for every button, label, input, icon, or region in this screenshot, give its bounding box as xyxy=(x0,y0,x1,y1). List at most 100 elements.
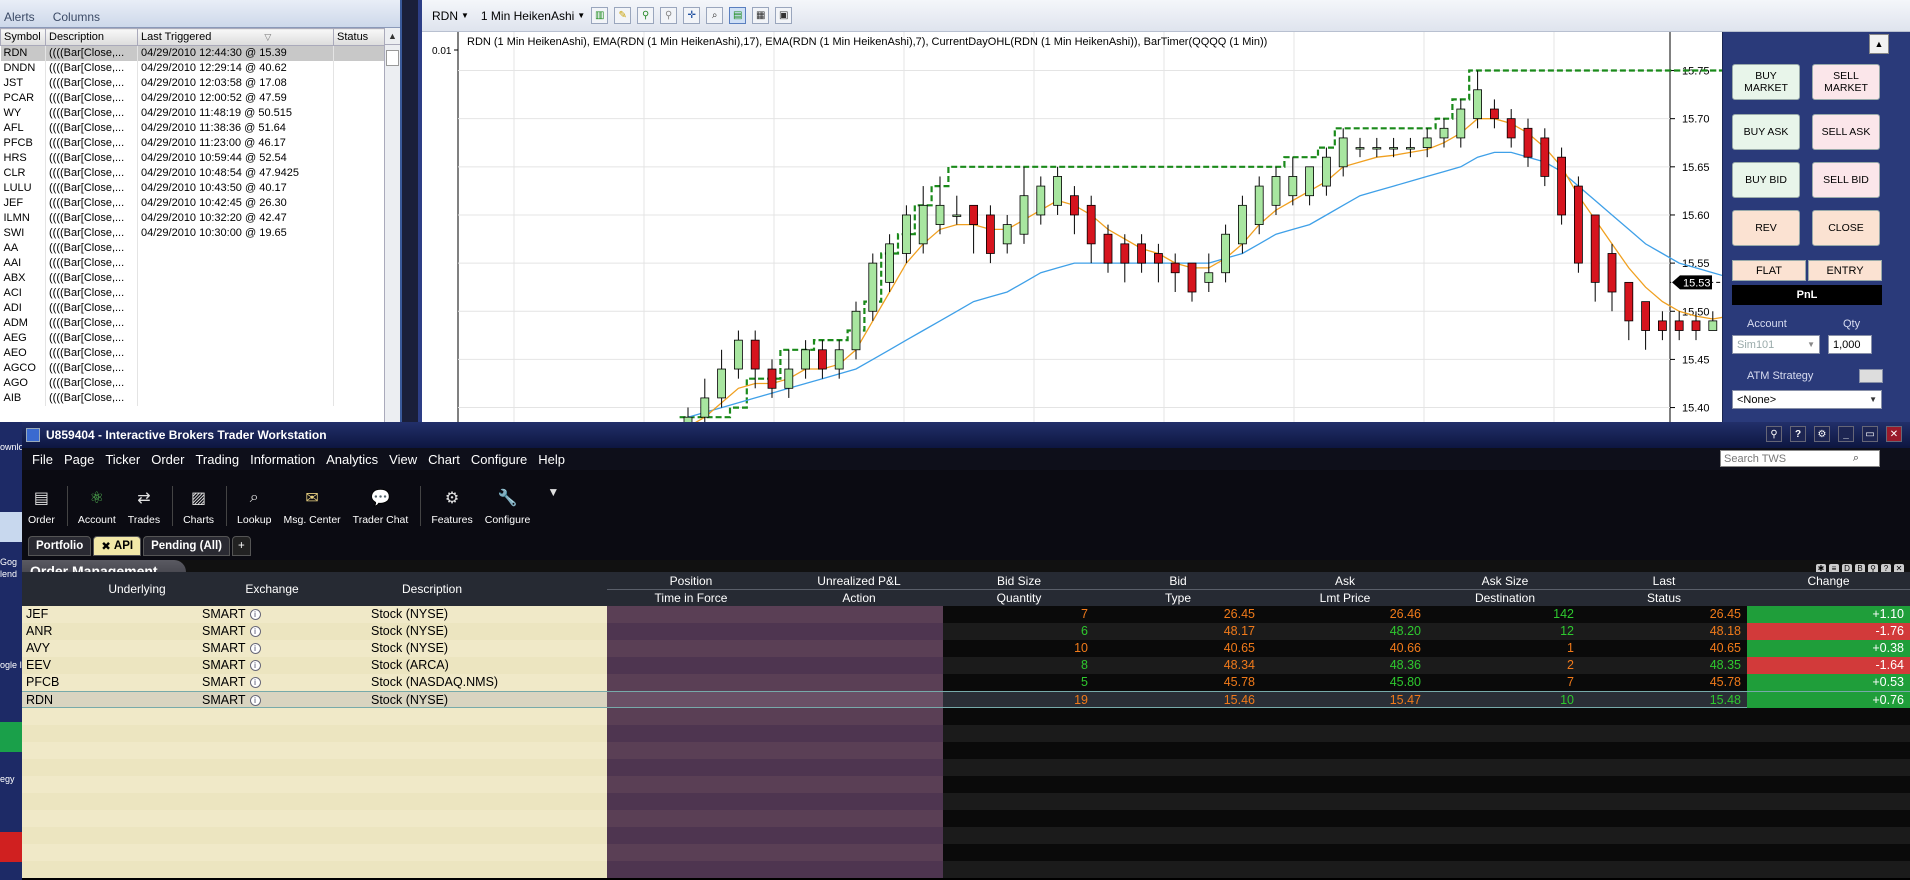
info-icon[interactable]: i xyxy=(249,660,261,672)
table-row[interactable] xyxy=(22,827,607,844)
table-row-order-fields[interactable] xyxy=(607,827,943,844)
table-row-order-fields[interactable] xyxy=(607,759,943,776)
alert-row[interactable]: ILMN ((((Bar[Close,... 04/29/2010 10:32:20… xyxy=(0,210,385,226)
table-row-market-data[interactable]: 10 40.65 40.66 1 40.65 +0.38 xyxy=(943,640,1910,657)
col-type[interactable]: Type xyxy=(1095,591,1261,605)
alert-row[interactable]: ADM ((((Bar[Close,... xyxy=(0,315,385,331)
col-lmt-price[interactable]: Lmt Price xyxy=(1261,591,1429,605)
scroll-thumb[interactable] xyxy=(386,50,399,66)
col-ask[interactable]: Ask xyxy=(1261,574,1429,588)
alert-row[interactable]: ACI ((((Bar[Close,... xyxy=(0,285,385,301)
tab-api[interactable]: ✖ API xyxy=(93,536,142,556)
menu-trading[interactable]: Trading xyxy=(195,452,239,467)
reverse-button[interactable]: REV xyxy=(1732,210,1800,246)
alerts-scrollbar[interactable]: ▲ xyxy=(384,28,400,422)
table-row-order-fields[interactable] xyxy=(607,657,943,674)
desktop-icon-label[interactable]: egy xyxy=(0,774,22,784)
desktop-icon-label[interactable]: ogle I xyxy=(0,660,22,670)
menu-ticker[interactable]: Ticker xyxy=(105,452,140,467)
table-row-market-data[interactable] xyxy=(943,793,1910,810)
add-tab-button[interactable]: + xyxy=(232,536,251,556)
info-icon[interactable]: i xyxy=(249,626,261,638)
table-row-market-data[interactable] xyxy=(943,759,1910,776)
table-row[interactable] xyxy=(22,793,607,810)
alert-row[interactable]: HRS ((((Bar[Close,... 04/29/2010 10:59:44 … xyxy=(0,150,385,166)
toolbar-features-button[interactable]: ⚙ Features xyxy=(431,487,472,526)
crosshair-icon[interactable]: ✛ xyxy=(683,7,701,24)
table-row-order-fields[interactable] xyxy=(607,844,943,861)
instrument-selector[interactable]: RDN ▼ xyxy=(432,9,469,23)
close-icon[interactable]: ✕ xyxy=(1886,426,1902,442)
entry-button[interactable]: ENTRY xyxy=(1808,260,1882,281)
table-row[interactable]: PFCB SMART i Stock (NASDAQ.NMS) xyxy=(22,674,607,691)
table-row[interactable]: EEV SMART i Stock (ARCA) xyxy=(22,657,607,674)
alert-row[interactable]: AGO ((((Bar[Close,... xyxy=(0,375,385,391)
period-selector[interactable]: 1 Min HeikenAshi ▼ xyxy=(481,9,585,23)
draw-pencil-icon[interactable]: ✎ xyxy=(614,7,632,24)
table-row-order-fields[interactable] xyxy=(607,691,943,708)
table-row-order-fields[interactable] xyxy=(607,793,943,810)
zoom-icon[interactable]: ⌕ xyxy=(706,7,724,24)
alert-row[interactable]: AIB ((((Bar[Close,... xyxy=(0,390,385,406)
table-row-market-data[interactable] xyxy=(943,827,1910,844)
table-row-market-data[interactable]: 19 15.46 15.47 10 15.48 +0.76 xyxy=(943,691,1910,709)
menu-help[interactable]: Help xyxy=(538,452,565,467)
chart-trader-icon[interactable]: ▤ xyxy=(729,7,747,24)
col-position[interactable]: Position xyxy=(607,574,775,588)
account-select[interactable]: Sim101 ▼ xyxy=(1732,335,1820,354)
table-row[interactable]: AVY SMART i Stock (NYSE) xyxy=(22,640,607,657)
scroll-up-icon[interactable]: ▲ xyxy=(385,28,400,45)
col-unrealized-pnl[interactable]: Unrealized P&L xyxy=(775,574,943,588)
table-row[interactable]: ANR SMART i Stock (NYSE) xyxy=(22,623,607,640)
bar-type-icon[interactable]: ▥ xyxy=(591,7,609,24)
buy-bid-button[interactable]: BUY BID xyxy=(1732,162,1800,198)
settings-icon[interactable]: ⚙ xyxy=(1814,426,1830,442)
toolbar-msg-center-button[interactable]: ✉ Msg. Center xyxy=(283,487,340,526)
table-row[interactable] xyxy=(22,810,607,827)
table-row[interactable] xyxy=(22,725,607,742)
table-row-market-data[interactable] xyxy=(943,742,1910,759)
table-row[interactable]: RDN SMART i Stock (NYSE) xyxy=(22,691,607,708)
toolbar-trader-chat-button[interactable]: 💬 Trader Chat xyxy=(353,487,409,526)
table-row-order-fields[interactable] xyxy=(607,861,943,878)
tab-pending[interactable]: Pending (All) xyxy=(143,536,231,556)
atm-strategy-select[interactable]: <None> ▼ xyxy=(1732,390,1882,409)
toolbar-charts-button[interactable]: ▨ Charts xyxy=(183,487,214,526)
price-chart[interactable]: 15.75 15.70 15.65 15.60 15.55 15.50 15.45 15.40… xyxy=(422,32,1722,422)
table-row-market-data[interactable] xyxy=(943,844,1910,861)
help-icon[interactable]: ? xyxy=(1790,426,1806,442)
search-icon[interactable]: ⌕ xyxy=(1853,452,1859,465)
toolbar-configure-button[interactable]: 🔧 Configure xyxy=(485,487,531,526)
menu-order[interactable]: Order xyxy=(151,452,184,467)
alert-row[interactable]: PFCB ((((Bar[Close,... 04/29/2010 11:23:00… xyxy=(0,135,385,151)
alerts-col-status[interactable]: Status xyxy=(333,28,385,46)
table-row-order-fields[interactable] xyxy=(607,776,943,793)
table-row-order-fields[interactable] xyxy=(607,708,943,725)
alert-row[interactable]: JEF ((((Bar[Close,... 04/29/2010 10:42:45 … xyxy=(0,195,385,211)
buy-market-button[interactable]: BUY MARKET xyxy=(1732,64,1800,100)
col-quantity[interactable]: Quantity xyxy=(943,591,1095,605)
alert-row[interactable]: PCAR ((((Bar[Close,... 04/29/2010 12:00:52… xyxy=(0,90,385,106)
col-status[interactable]: Status xyxy=(1581,591,1747,605)
indicator-icon[interactable]: ⚲ xyxy=(637,7,655,24)
table-row-market-data[interactable] xyxy=(943,776,1910,793)
col-exchange[interactable]: Exchange xyxy=(197,582,347,596)
table-row-market-data[interactable] xyxy=(943,810,1910,827)
table-row[interactable] xyxy=(22,742,607,759)
alert-row[interactable]: JST ((((Bar[Close,... 04/29/2010 12:03:58 … xyxy=(0,75,385,91)
toolbar-account-button[interactable]: ⚛ Account xyxy=(78,487,116,526)
pin-icon[interactable]: ⚲ xyxy=(1766,426,1782,442)
properties-icon[interactable]: ▣ xyxy=(775,7,793,24)
table-row-order-fields[interactable] xyxy=(607,810,943,827)
alerts-menu-columns[interactable]: Columns xyxy=(53,10,100,24)
col-action[interactable]: Action xyxy=(775,591,943,605)
col-time-in-force[interactable]: Time in Force xyxy=(607,591,775,605)
desktop-icon-label[interactable]: ownlo xyxy=(0,442,22,452)
alerts-col-symbol[interactable]: Symbol xyxy=(0,28,46,46)
minimize-icon[interactable]: _ xyxy=(1838,426,1854,442)
maximize-icon[interactable]: ▭ xyxy=(1862,426,1878,442)
info-icon[interactable]: i xyxy=(249,643,261,655)
table-row-market-data[interactable]: 8 48.34 48.36 2 48.35 -1.64 xyxy=(943,657,1910,674)
col-ask-size[interactable]: Ask Size xyxy=(1429,574,1581,588)
table-row-order-fields[interactable] xyxy=(607,725,943,742)
